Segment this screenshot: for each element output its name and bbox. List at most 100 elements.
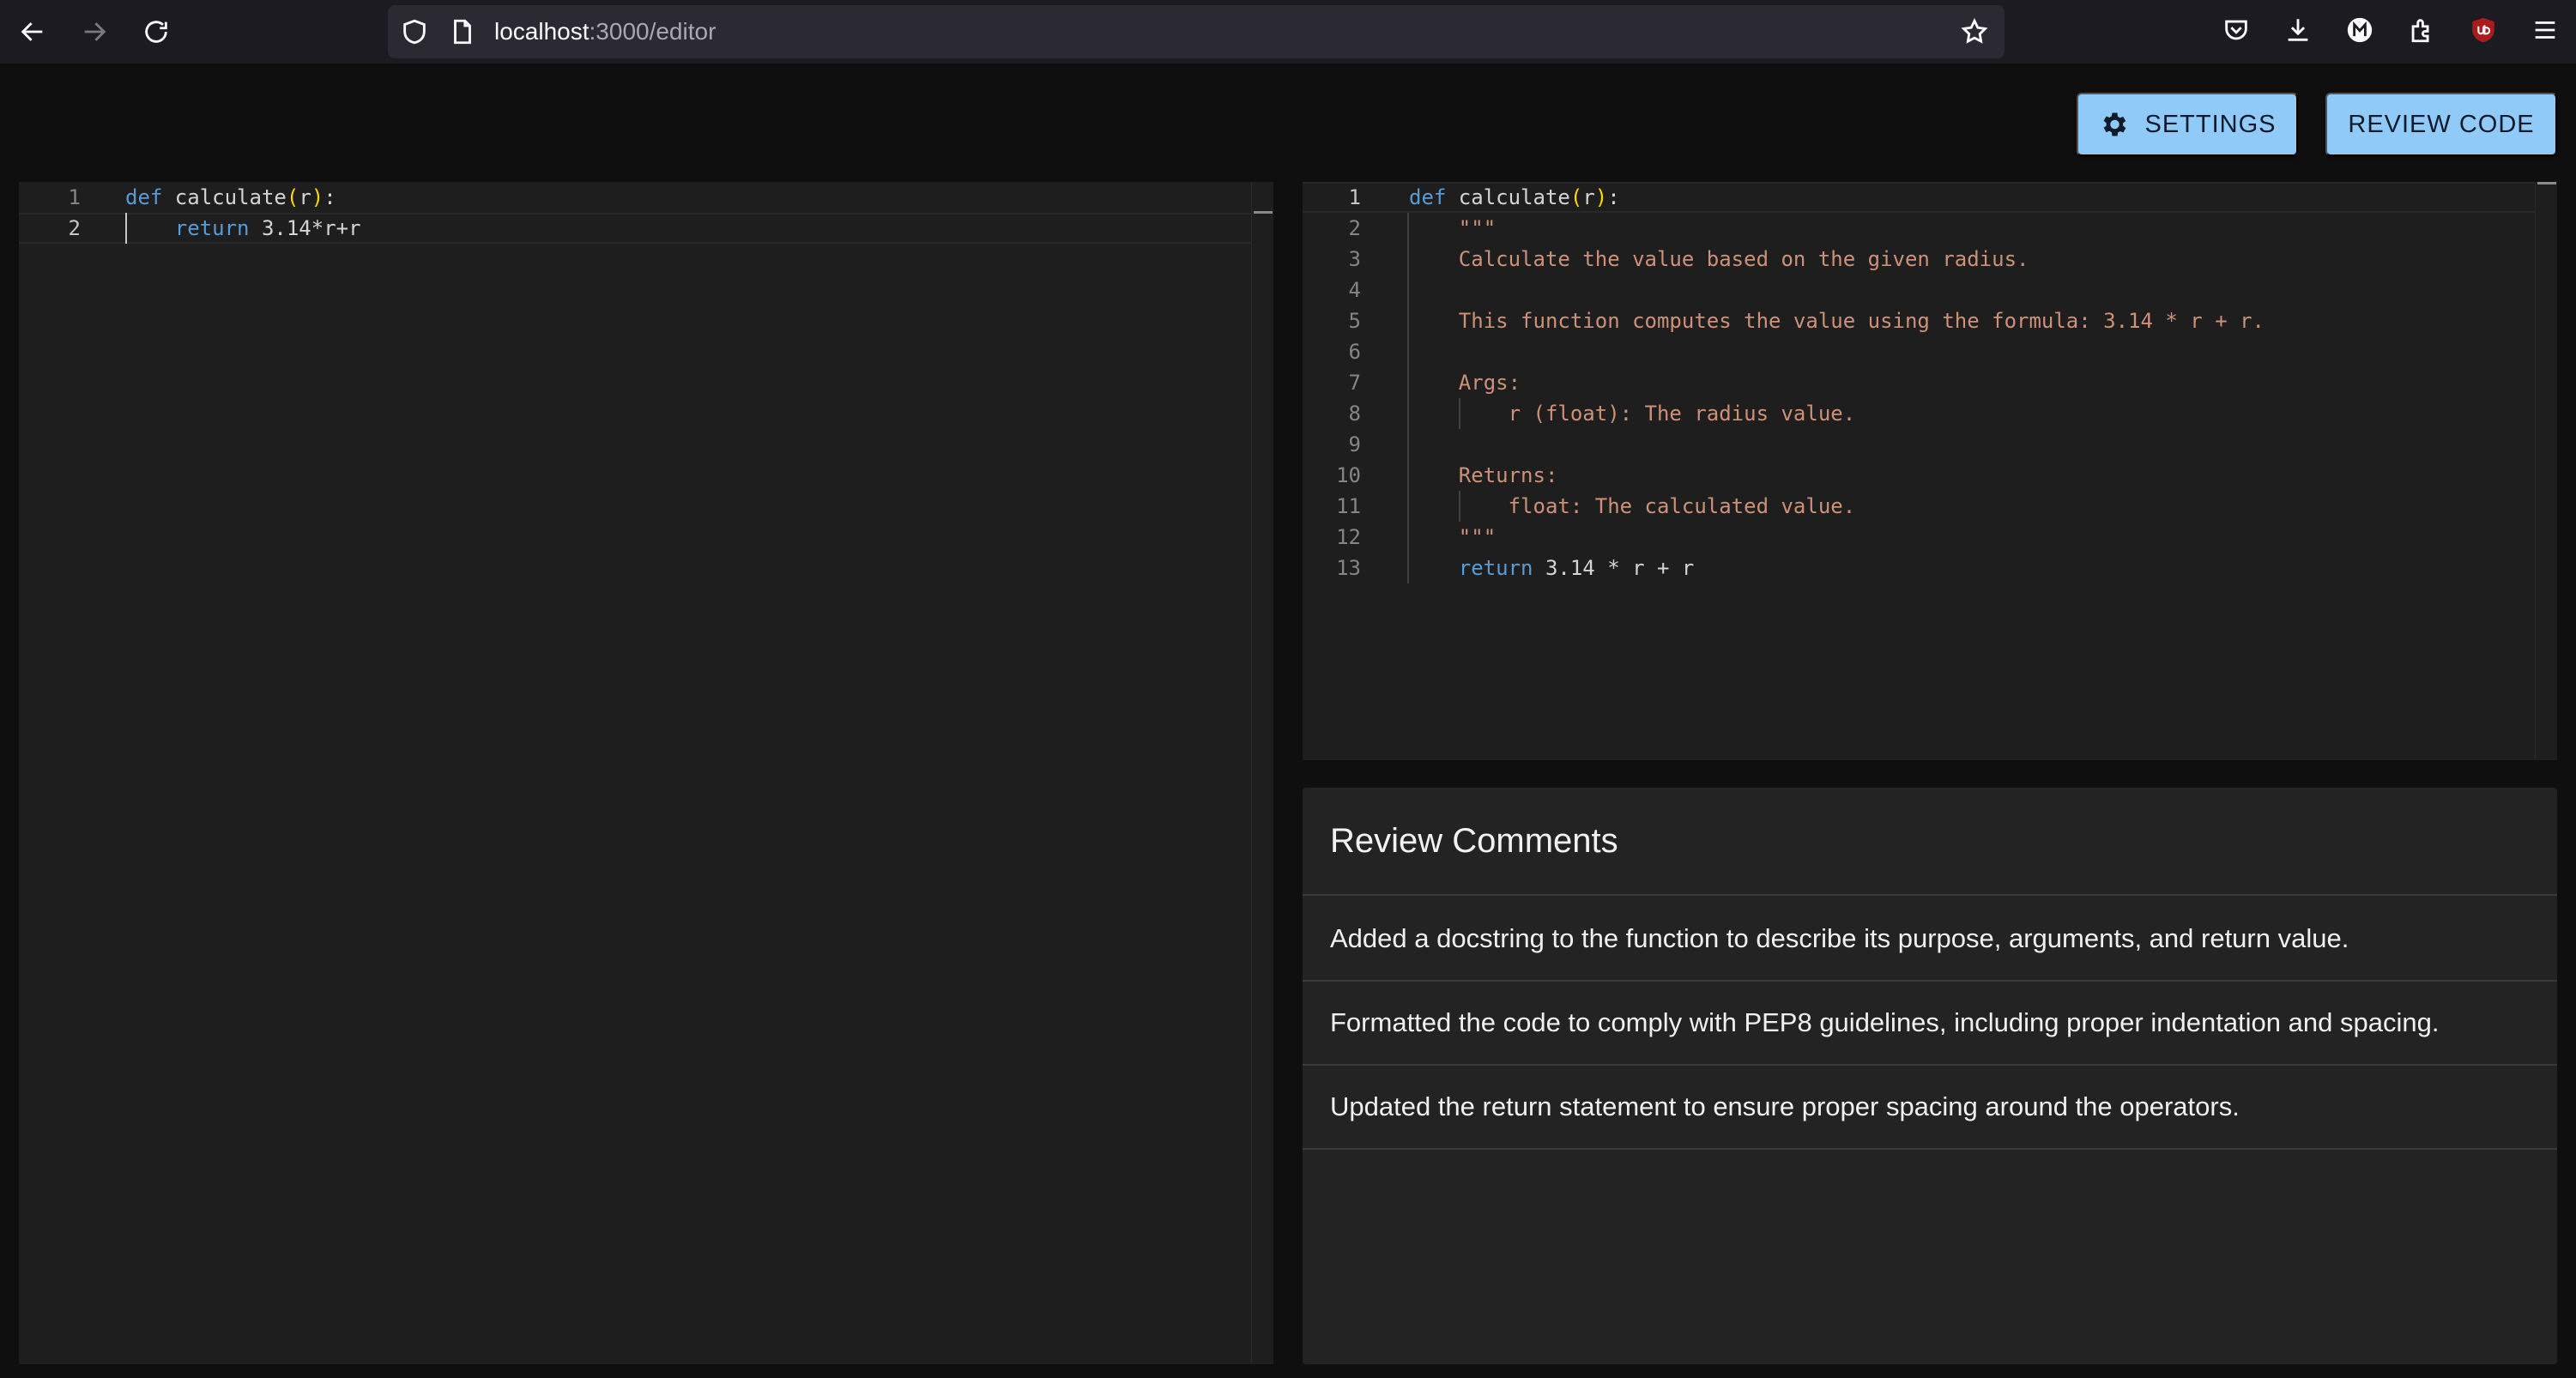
code-line: 13 return 3.14 * r + r bbox=[1303, 553, 2557, 583]
code-token: def bbox=[125, 185, 163, 209]
app-area: SETTINGS REVIEW CODE 1 def calculate(r): 2… bbox=[0, 63, 2576, 1378]
code-token: Calculate the value based on the given r… bbox=[1409, 247, 2029, 271]
code-token: 3.14*r+r bbox=[249, 216, 361, 240]
pocket-icon[interactable] bbox=[2221, 15, 2252, 45]
code-line: 8 r (float): The radius value. bbox=[1303, 398, 2557, 429]
review-code-button[interactable]: REVIEW CODE bbox=[2325, 93, 2557, 156]
browser-toolbar: localhost:3000/editor bbox=[0, 0, 2576, 63]
minimap-marker bbox=[1254, 211, 1273, 214]
url-path: :3000/editor bbox=[589, 18, 717, 45]
ublock-icon[interactable] bbox=[2468, 15, 2499, 45]
editor-scrollbar[interactable] bbox=[2535, 182, 2557, 760]
back-button[interactable] bbox=[12, 11, 53, 52]
shield-icon[interactable] bbox=[400, 17, 429, 46]
review-comments-panel: Review Comments Added a docstring to the… bbox=[1303, 788, 2557, 1364]
forward-button[interactable] bbox=[74, 11, 115, 52]
code-token: : bbox=[324, 185, 336, 209]
code-line: 11 float: The calculated value. bbox=[1303, 491, 2557, 522]
account-avatar-icon[interactable] bbox=[2344, 15, 2375, 45]
code-token: return bbox=[174, 216, 250, 240]
code-token: r bbox=[299, 185, 311, 209]
source-code-editor[interactable]: 1 def calculate(r): 2 return 3.14*r+r bbox=[19, 182, 1273, 1364]
line-number: 5 bbox=[1348, 309, 1361, 333]
line-number: 2 bbox=[68, 216, 81, 240]
code-text: float: The calculated value. bbox=[1409, 491, 1856, 522]
line-number: 6 bbox=[1348, 340, 1361, 364]
code-token: def bbox=[1409, 185, 1447, 209]
code-token: 3.14 * r + r bbox=[1533, 556, 1695, 580]
line-number: 1 bbox=[68, 185, 81, 209]
code-token: ( bbox=[1569, 185, 1583, 209]
code-text: return 3.14*r+r bbox=[125, 213, 361, 244]
extensions-icon[interactable] bbox=[2406, 15, 2437, 45]
code-token: calculate bbox=[1446, 185, 1570, 209]
line-number: 2 bbox=[1348, 216, 1361, 240]
code-line: 12 """ bbox=[1303, 522, 2557, 553]
reload-button[interactable] bbox=[136, 11, 177, 52]
code-line: 4 bbox=[1303, 275, 2557, 305]
code-token: This function computes the value using t… bbox=[1409, 309, 2265, 333]
code-line: 6 bbox=[1303, 336, 2557, 367]
code-text: r (float): The radius value. bbox=[1409, 398, 1856, 429]
url-text[interactable]: localhost:3000/editor bbox=[494, 5, 716, 58]
line-number: 1 bbox=[1348, 185, 1361, 209]
arrow-right-icon bbox=[84, 22, 106, 41]
line-number: 7 bbox=[1348, 371, 1361, 395]
code-token: calculate bbox=[162, 185, 287, 209]
code-line: 2 """ bbox=[1303, 213, 2557, 244]
line-number: 8 bbox=[1348, 402, 1361, 426]
divider bbox=[1303, 1148, 2557, 1150]
editor-scrollbar[interactable] bbox=[1251, 182, 1273, 1364]
code-text: Returns: bbox=[1409, 460, 1558, 491]
code-token: float: The calculated value. bbox=[1409, 494, 1856, 518]
line-number: 12 bbox=[1336, 525, 1361, 549]
line-number: 13 bbox=[1336, 556, 1361, 580]
code-text: def calculate(r): bbox=[1409, 182, 1620, 213]
code-token: ) bbox=[311, 185, 324, 209]
code-token: Returns: bbox=[1409, 463, 1558, 487]
code-text: This function computes the value using t… bbox=[1409, 305, 2265, 336]
code-token: """ bbox=[1409, 525, 1497, 549]
code-token: ( bbox=[286, 185, 299, 209]
code-text: Calculate the value based on the given r… bbox=[1409, 244, 2029, 275]
url-bar[interactable]: localhost:3000/editor bbox=[388, 5, 2005, 58]
page-icon bbox=[454, 19, 471, 45]
code-token: Args: bbox=[1409, 371, 1521, 395]
line-number: 4 bbox=[1348, 278, 1361, 302]
divider bbox=[1303, 894, 2557, 896]
url-host: localhost bbox=[494, 18, 590, 45]
review-comment: Formatted the code to comply with PEP8 g… bbox=[1330, 1007, 2440, 1037]
code-line: 5 This function computes the value using… bbox=[1303, 305, 2557, 336]
line-number: 3 bbox=[1348, 247, 1361, 271]
text-cursor bbox=[125, 213, 127, 244]
line-number: 10 bbox=[1336, 463, 1361, 487]
star-icon[interactable] bbox=[1960, 17, 1989, 46]
code-line: 2 return 3.14*r+r bbox=[19, 213, 1273, 244]
code-token: r (float): The radius value. bbox=[1409, 402, 1856, 426]
code-line: 7 Args: bbox=[1303, 367, 2557, 398]
code-line: 10 Returns: bbox=[1303, 460, 2557, 491]
reload-icon bbox=[145, 21, 167, 43]
download-icon[interactable] bbox=[2283, 15, 2313, 45]
arrow-left-icon bbox=[21, 22, 43, 41]
code-line: 1 def calculate(r): bbox=[19, 182, 1273, 213]
menu-icon[interactable] bbox=[2530, 15, 2561, 45]
gear-icon bbox=[2104, 112, 2126, 136]
review-comments-title: Review Comments bbox=[1330, 822, 1618, 860]
code-token: : bbox=[1607, 185, 1620, 209]
review-comment: Added a docstring to the function to des… bbox=[1330, 923, 2349, 953]
line-number: 11 bbox=[1336, 494, 1361, 518]
reviewed-code-editor[interactable]: 1 def calculate(r): 2 """ 3 Calculate the v… bbox=[1303, 182, 2557, 760]
code-text: return 3.14 * r + r bbox=[1409, 553, 1695, 583]
code-token: """ bbox=[1409, 216, 1497, 240]
review-comment: Updated the return statement to ensure p… bbox=[1330, 1091, 2240, 1121]
code-text: def calculate(r): bbox=[125, 182, 336, 213]
code-token: ) bbox=[1594, 185, 1608, 209]
code-line: 3 Calculate the value based on the given… bbox=[1303, 244, 2557, 275]
settings-button[interactable]: SETTINGS bbox=[2077, 93, 2298, 156]
line-number: 9 bbox=[1348, 432, 1361, 456]
code-line: 9 bbox=[1303, 429, 2557, 460]
code-token: r bbox=[1582, 185, 1595, 209]
